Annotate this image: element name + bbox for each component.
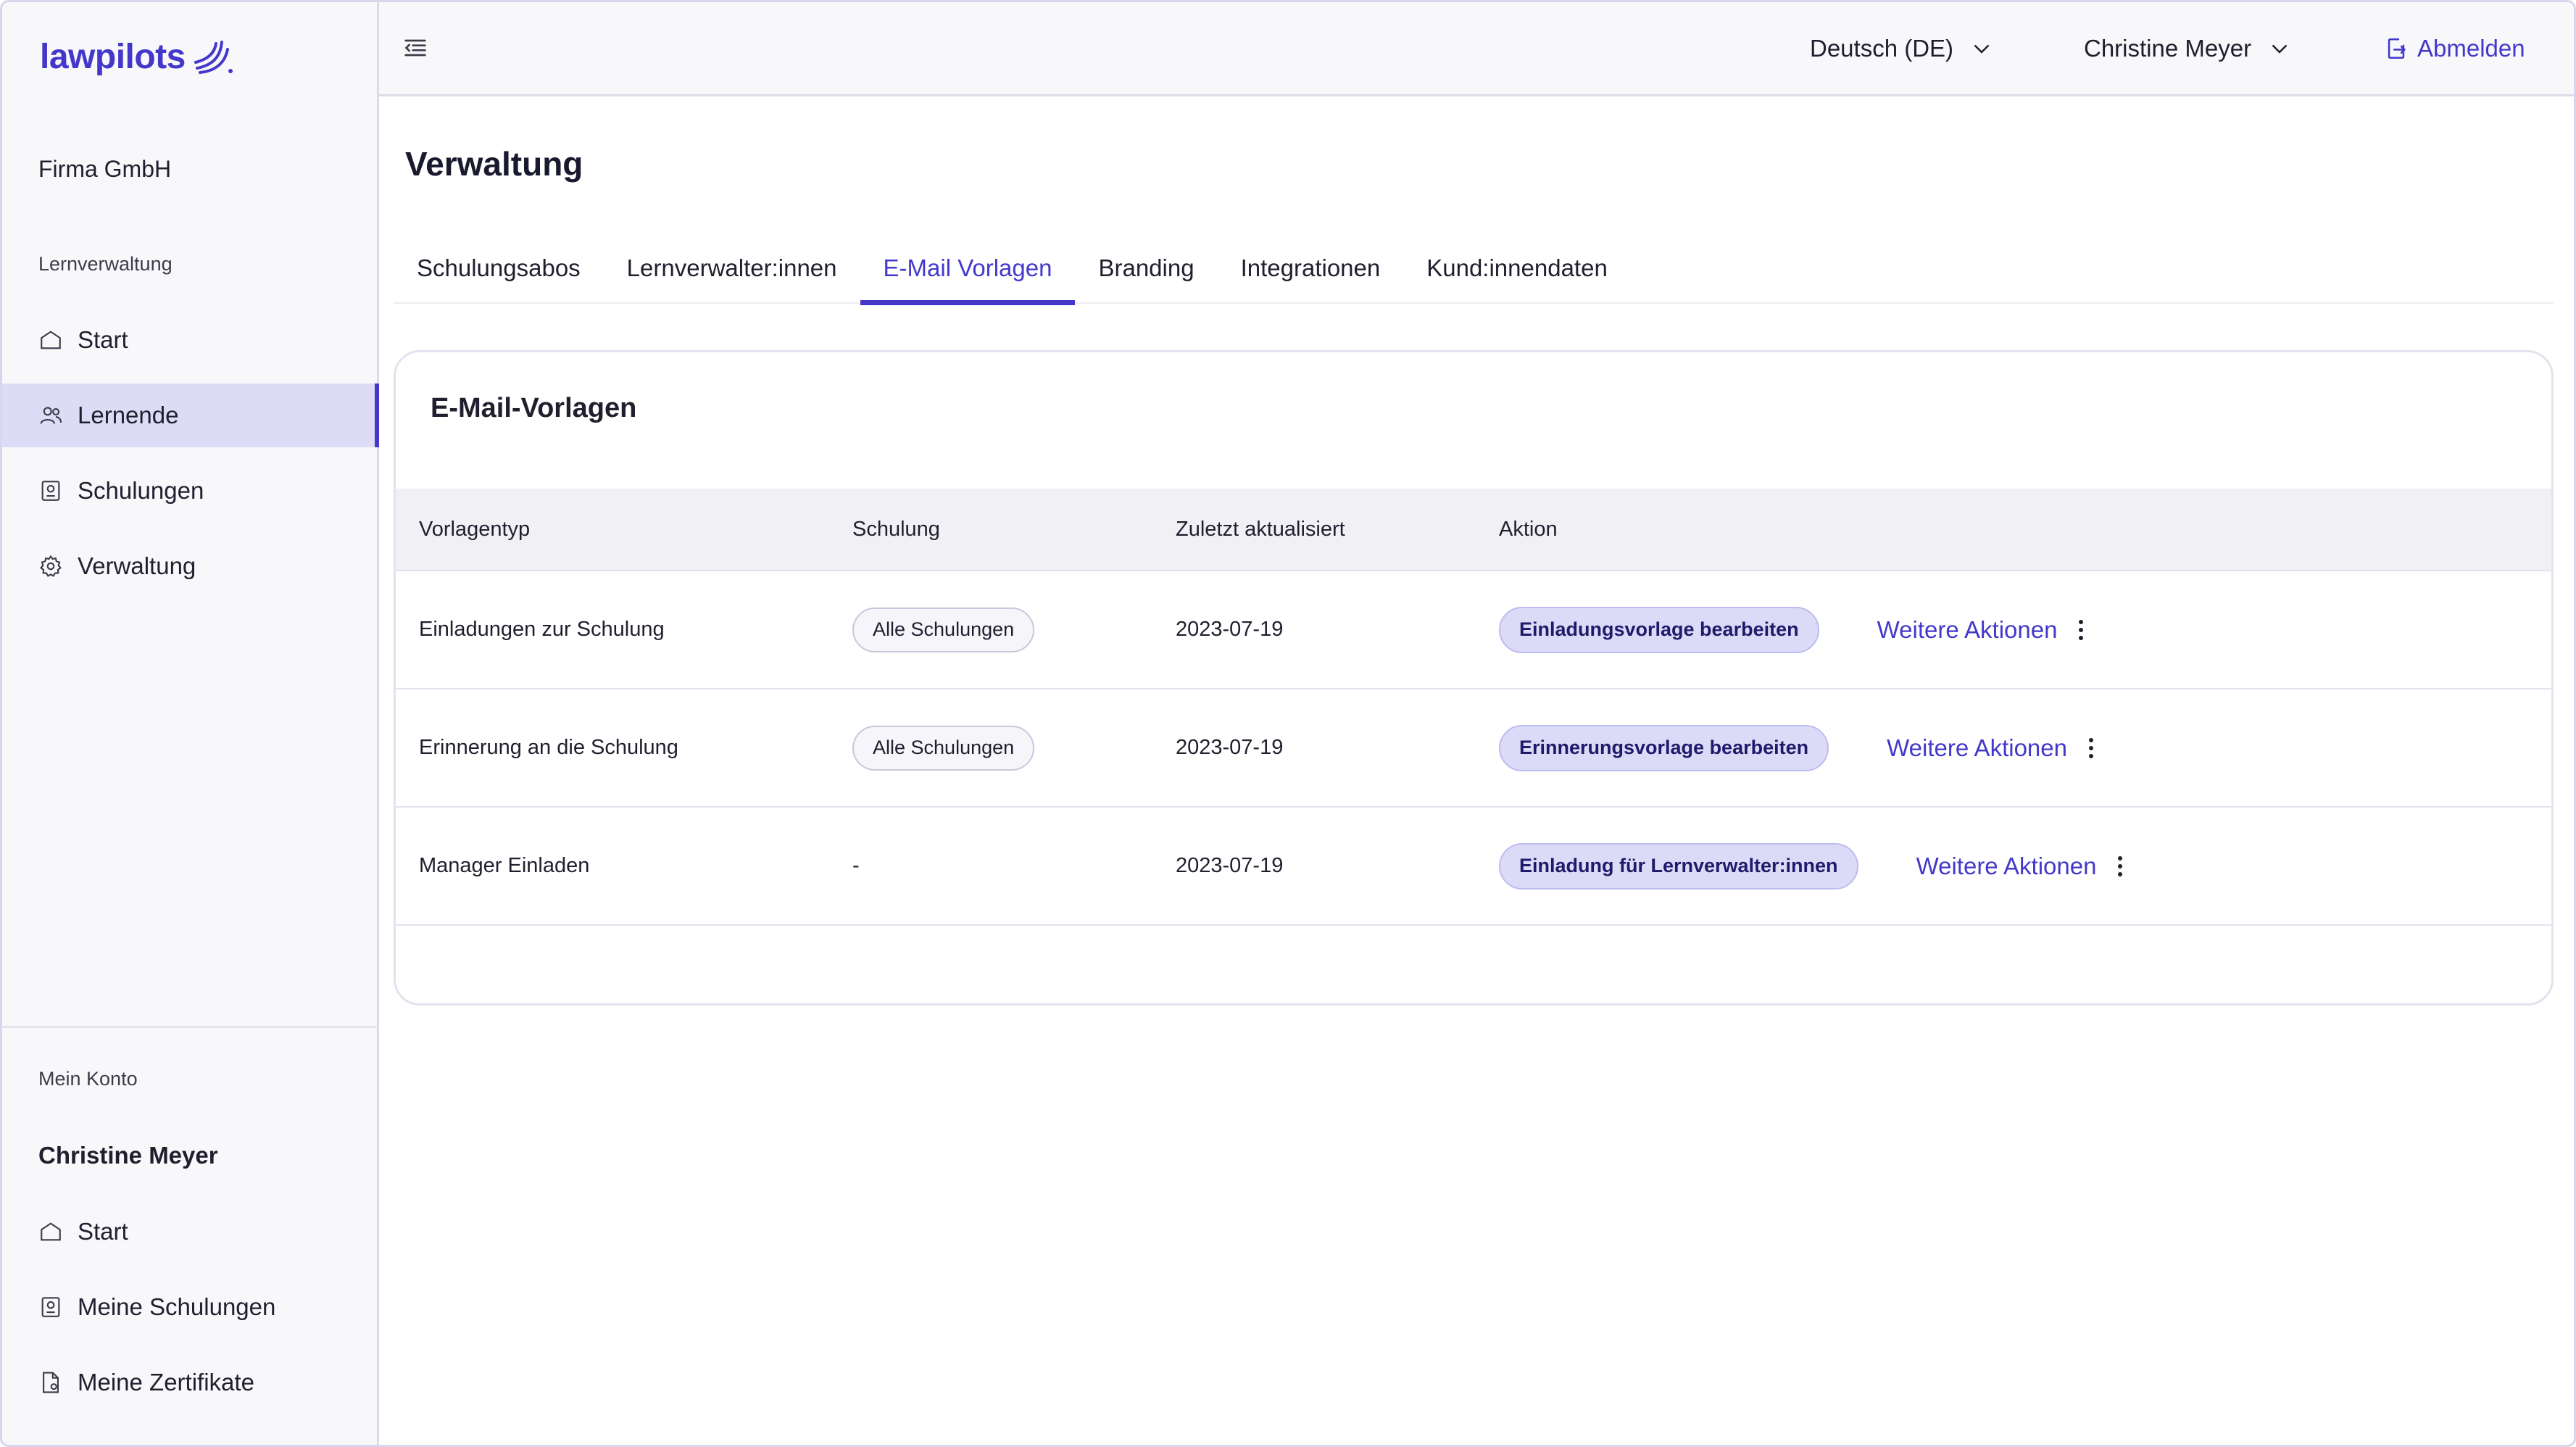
column-header: Schulung [852, 517, 940, 541]
course-badge: Alle Schulungen [852, 725, 1035, 771]
tab-lernverwalter[interactable]: Lernverwalter:innen [604, 249, 860, 304]
language-value: Deutsch (DE) [1810, 35, 1954, 62]
more-actions-label: Weitere Aktionen [1877, 615, 2058, 643]
column-header: Vorlagentyp [419, 517, 531, 541]
sidebar-item-label: Meine Schulungen [78, 1293, 276, 1320]
course-icon [38, 1295, 63, 1319]
course-badge: Alle Schulungen [852, 607, 1035, 652]
card-title: E-Mail-Vorlagen [431, 393, 637, 423]
sidebar-item-label: Lernende [78, 402, 179, 428]
sidebar-item-start[interactable]: Start [2, 308, 379, 372]
email-templates-card: E-Mail-Vorlagen Vorlagentyp Schulung Zul… [394, 350, 2554, 1006]
page-title: Verwaltung [405, 145, 583, 183]
logo[interactable]: lawpilots [40, 31, 233, 82]
row-actions: Einladung für Lernverwalter:innen Weiter… [1499, 842, 2124, 890]
tab-branding[interactable]: Branding [1075, 249, 1217, 304]
company-name: Firma GmbH [38, 156, 172, 182]
tab-schulungsabos[interactable]: Schulungsabos [394, 249, 604, 304]
row-actions: Erinnerungsvorlage bearbeiten Weitere Ak… [1499, 724, 2095, 771]
template-type: Manager Einladen [419, 854, 590, 877]
certificate-icon [38, 1370, 63, 1395]
logout-label: Abmelden [2417, 35, 2525, 62]
more-actions-button[interactable]: Weitere Aktionen [1916, 853, 2124, 880]
sidebar-item-label: Schulungen [78, 477, 204, 504]
template-type: Erinnerung an die Schulung [419, 736, 678, 759]
sidebar-item-label: Meine Zertifikate [78, 1369, 254, 1396]
top-header: Deutsch (DE) Christine Meyer Abmelden [379, 2, 2574, 96]
more-actions-label: Weitere Aktionen [1916, 852, 2097, 879]
kebab-menu-icon [2116, 855, 2124, 878]
sidebar-item-meine-schulungen[interactable]: Meine Schulungen [2, 1275, 379, 1339]
account-name: Christine Meyer [38, 1142, 218, 1169]
edit-manager-invitation-button[interactable]: Einladung für Lernverwalter:innen [1499, 842, 1858, 890]
sidebar-divider [2, 1026, 379, 1028]
sidebar-item-account-start[interactable]: Start [2, 1200, 379, 1264]
home-icon [38, 328, 63, 352]
account-section-label: Mein Konto [38, 1068, 138, 1090]
column-header: Aktion [1499, 517, 1558, 541]
column-header: Zuletzt aktualisiert [1176, 517, 1345, 541]
sidebar-item-label: Start [78, 326, 128, 353]
logo-text: lawpilots [40, 37, 186, 76]
app-window: lawpilots Firma GmbH Lernverwaltung Star… [0, 0, 2576, 1447]
course-value: - [852, 854, 860, 877]
user-menu-name: Christine Meyer [2084, 35, 2252, 62]
chevron-down-icon [2269, 38, 2290, 59]
template-type: Einladungen zur Schulung [419, 618, 665, 641]
logout-icon [2388, 38, 2406, 59]
more-actions-label: Weitere Aktionen [1887, 734, 2067, 761]
sidebar-item-meine-zertifikate[interactable]: Meine Zertifikate [2, 1351, 379, 1414]
collapse-menu-icon [404, 39, 426, 57]
sidebar: lawpilots Firma GmbH Lernverwaltung Star… [2, 2, 379, 1445]
sidebar-item-label: Verwaltung [78, 552, 196, 579]
language-select[interactable]: Deutsch (DE) [1810, 30, 1993, 67]
logout-button[interactable]: Abmelden [2384, 30, 2525, 67]
kebab-menu-icon [2077, 618, 2085, 642]
updated-date: 2023-07-19 [1176, 618, 1284, 641]
gear-icon [38, 554, 63, 579]
sidebar-item-lernende[interactable]: Lernende [2, 383, 379, 447]
table-row: Erinnerung an die Schulung Alle Schulung… [396, 689, 2551, 808]
user-menu[interactable]: Christine Meyer [2084, 30, 2290, 67]
tab-email-vorlagen[interactable]: E-Mail Vorlagen [860, 249, 1076, 305]
sidebar-item-schulungen[interactable]: Schulungen [2, 459, 379, 523]
table-row: Einladungen zur Schulung Alle Schulungen… [396, 571, 2551, 689]
chevron-down-icon [1971, 38, 1993, 59]
sidebar-item-label: Start [78, 1218, 128, 1245]
settings-tabs: Schulungsabos Lernverwalter:innen E-Mail… [394, 249, 2554, 305]
logo-mark-icon [194, 41, 233, 74]
collapse-sidebar-button[interactable] [401, 33, 430, 62]
table-header: Vorlagentyp Schulung Zuletzt aktualisier… [396, 489, 2551, 571]
sidebar-item-verwaltung[interactable]: Verwaltung [2, 534, 379, 598]
home-icon [38, 1219, 63, 1244]
edit-invitation-template-button[interactable]: Einladungsvorlage bearbeiten [1499, 606, 1819, 653]
updated-date: 2023-07-19 [1176, 854, 1284, 877]
users-icon [38, 403, 63, 428]
tab-integrationen[interactable]: Integrationen [1218, 249, 1404, 304]
updated-date: 2023-07-19 [1176, 736, 1284, 759]
tab-kundinnendaten[interactable]: Kund:innendaten [1403, 249, 1631, 304]
templates-table: Vorlagentyp Schulung Zuletzt aktualisier… [396, 489, 2551, 926]
more-actions-button[interactable]: Weitere Aktionen [1887, 734, 2095, 762]
table-row: Manager Einladen - 2023-07-19 Einladung … [396, 808, 2551, 926]
admin-section-label: Lernverwaltung [38, 253, 173, 275]
course-icon [38, 478, 63, 503]
row-actions: Einladungsvorlage bearbeiten Weitere Akt… [1499, 606, 2085, 653]
kebab-menu-icon [2087, 737, 2095, 760]
more-actions-button[interactable]: Weitere Aktionen [1877, 616, 2085, 644]
edit-reminder-template-button[interactable]: Erinnerungsvorlage bearbeiten [1499, 724, 1829, 771]
